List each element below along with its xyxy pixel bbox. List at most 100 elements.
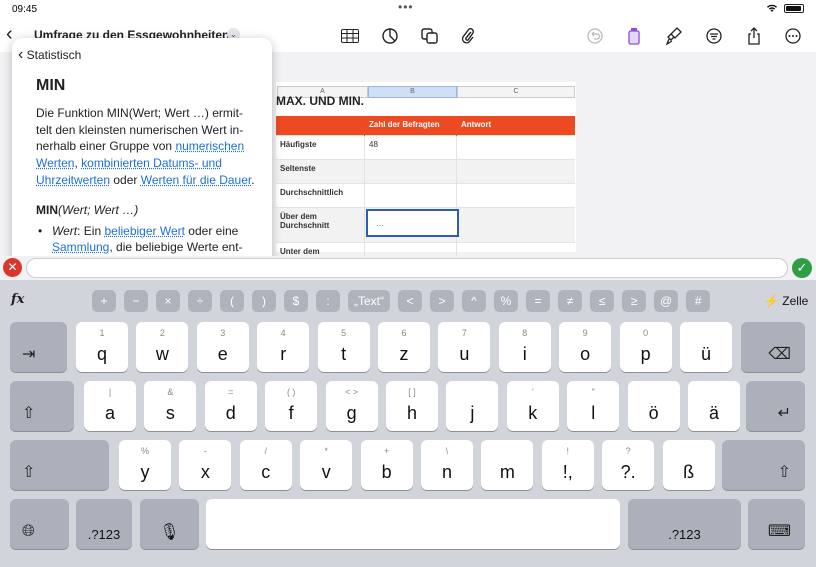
operator-key[interactable]: ≠ — [558, 290, 582, 312]
letter-key[interactable]: 2w — [136, 322, 189, 372]
operator-key[interactable]: × — [156, 290, 180, 312]
globe-key[interactable]: 🌐︎ — [10, 499, 69, 549]
back-chevron-icon[interactable]: ‹ — [6, 23, 13, 46]
letter-key[interactable]: ü — [680, 322, 732, 372]
letter-key[interactable]: 1q — [76, 322, 128, 372]
table-cell[interactable] — [364, 160, 456, 183]
letter-key[interactable]: !!, — [541, 440, 594, 490]
table-cell[interactable] — [456, 160, 575, 183]
operator-key[interactable]: > — [430, 290, 454, 312]
operator-key[interactable]: @ — [654, 290, 679, 312]
hide-keyboard-key[interactable]: ⌨︎ — [748, 499, 805, 549]
row-label[interactable]: Häufigste — [276, 136, 364, 159]
letter-key[interactable]: 4r — [257, 322, 310, 372]
letter-key[interactable]: \ n — [421, 440, 473, 490]
letter-key[interactable]: ??. — [602, 440, 655, 490]
space-key[interactable] — [206, 499, 620, 549]
column-header-b[interactable]: B — [368, 86, 457, 98]
share-icon[interactable] — [744, 26, 764, 46]
format-brush-active-icon[interactable] — [624, 26, 644, 46]
operator-key[interactable]: ) — [252, 290, 276, 312]
letter-key[interactable]: ß — [662, 440, 715, 490]
back-chevron-icon[interactable]: ‹ — [18, 46, 23, 63]
tab-key[interactable]: ⇥ — [10, 322, 67, 372]
more-icon[interactable] — [783, 26, 803, 46]
row-label[interactable]: Seltenste — [276, 160, 364, 183]
attachment-icon[interactable] — [458, 26, 478, 46]
link-collection[interactable]: Sammlung — [52, 240, 109, 254]
chart-icon[interactable] — [380, 26, 400, 46]
link-duration-values[interactable]: Werten für die Dauer — [141, 173, 252, 187]
letter-key[interactable]: 9o — [559, 322, 612, 372]
letter-key[interactable]: ä — [688, 381, 740, 431]
operator-key[interactable]: ≤ — [590, 290, 614, 312]
table-cell[interactable] — [456, 208, 575, 243]
return-key[interactable]: ↵ — [746, 381, 805, 431]
letter-key[interactable]: % y — [119, 440, 171, 490]
accept-formula-button[interactable]: ✓ — [792, 258, 812, 278]
format-paintbrush-icon[interactable] — [664, 26, 684, 46]
letter-key[interactable]: " l — [567, 381, 620, 431]
sheet-table-title[interactable]: MAX. UND MIN. — [276, 94, 364, 108]
organize-icon[interactable] — [704, 26, 724, 46]
operator-key[interactable]: % — [494, 290, 518, 312]
selected-cell-editing[interactable]: … — [366, 209, 459, 237]
cancel-formula-button[interactable]: ✕ — [3, 258, 22, 277]
letter-key[interactable]: 6z — [378, 322, 430, 372]
letter-key[interactable]: & s — [144, 381, 197, 431]
multitasking-dots-icon[interactable]: ••• — [398, 0, 414, 14]
letter-key[interactable]: j — [446, 381, 499, 431]
shift-right-key[interactable]: ⇧ — [722, 440, 805, 490]
backspace-key[interactable]: ⌫ — [741, 322, 805, 372]
operator-key[interactable]: # — [686, 290, 711, 312]
dictation-key[interactable]: 🎙︎ — [140, 499, 199, 549]
letter-key[interactable]: + b — [360, 440, 413, 490]
cell-reference-button[interactable]: ⚡ Zelle — [764, 294, 808, 308]
letter-key[interactable]: 7u — [438, 322, 491, 372]
formula-input[interactable] — [26, 258, 788, 278]
numbers-key-left[interactable]: .?123 — [76, 499, 132, 549]
letter-key[interactable]: m — [481, 440, 534, 490]
letter-key[interactable]: -x — [179, 440, 232, 490]
row-label[interactable]: Durchschnittlich — [276, 184, 364, 207]
letter-key[interactable]: = d — [204, 381, 257, 431]
shift-lock-key[interactable]: ⇧ — [10, 381, 74, 431]
letter-key[interactable]: | a — [84, 381, 136, 431]
letter-key[interactable]: 8i — [498, 322, 551, 372]
column-header-c[interactable]: C — [457, 86, 575, 98]
link-any-value[interactable]: beliebiger Wert — [104, 224, 184, 238]
operator-key[interactable]: − — [124, 290, 148, 312]
letter-key[interactable]: / c — [239, 440, 292, 490]
operator-key[interactable]: $ — [284, 290, 308, 312]
letter-key[interactable]: ( ) f — [265, 381, 318, 431]
numbers-key-right[interactable]: .?123 — [628, 499, 741, 549]
shift-left-key[interactable]: ⇧ — [10, 440, 109, 490]
operator-key[interactable]: < — [398, 290, 422, 312]
operator-key[interactable]: ≥ — [622, 290, 646, 312]
letter-key[interactable]: ' k — [506, 381, 559, 431]
operator-key[interactable]: ( — [220, 290, 244, 312]
table-cell[interactable]: 48 — [364, 136, 456, 159]
function-browser-button[interactable]: fx — [11, 292, 24, 307]
letter-key[interactable]: < > g — [325, 381, 378, 431]
table-icon[interactable] — [340, 26, 360, 46]
table-cell[interactable] — [456, 184, 575, 207]
shapes-icon[interactable] — [420, 26, 440, 46]
operator-key[interactable]: : — [316, 290, 340, 312]
letter-key[interactable]: 3e — [196, 322, 249, 372]
letter-key[interactable]: 5t — [317, 322, 370, 372]
letter-key[interactable]: * v — [300, 440, 353, 490]
operator-key[interactable]: = — [526, 290, 550, 312]
operator-key[interactable]: + — [92, 290, 116, 312]
row-label[interactable]: Über dem Durchschnitt — [276, 208, 364, 243]
letter-key[interactable]: 0p — [619, 322, 672, 372]
table-cell[interactable] — [456, 136, 575, 159]
operator-key[interactable]: ÷ — [188, 290, 212, 312]
table-cell[interactable] — [364, 184, 456, 207]
undo-icon[interactable] — [585, 26, 605, 46]
help-back-nav[interactable]: ‹ Statistisch — [18, 46, 81, 64]
letter-key[interactable]: [ ] h — [386, 381, 438, 431]
operator-key[interactable]: ^ — [462, 290, 486, 312]
letter-key[interactable]: ö — [627, 381, 680, 431]
operator-key[interactable]: „Text“ — [348, 290, 390, 312]
